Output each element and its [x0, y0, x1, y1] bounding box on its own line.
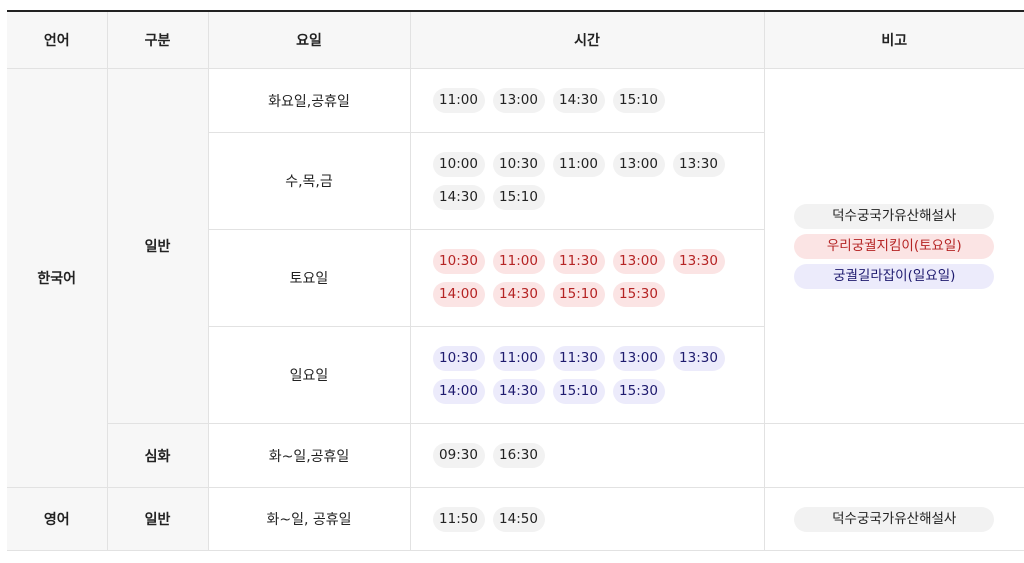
header-days: 요일: [207, 11, 410, 69]
tour-schedule-table: 언어 구분 요일 시간 비고 한국어 일반 화요일,공휴일 11:00 13:00…: [7, 10, 1024, 551]
category-general: 일반: [106, 68, 208, 424]
header-row: 언어 구분 요일 시간 비고: [7, 11, 1024, 69]
time-chip-sunday: 13:00: [612, 346, 665, 371]
header-category: 구분: [106, 11, 208, 69]
time-chip: 14:30: [432, 185, 485, 210]
days-cell: 일요일: [207, 326, 410, 424]
header-language: 언어: [7, 11, 107, 69]
time-chip-saturday: 13:00: [612, 249, 665, 274]
times-cell: 11:00 13:00 14:30 15:10: [409, 68, 764, 133]
time-chip-saturday: 14:00: [432, 282, 485, 307]
days-cell: 토요일: [207, 229, 410, 327]
time-chip: 09:30: [432, 443, 485, 468]
language-english: 영어: [7, 487, 107, 551]
time-chip-sunday: 10:30: [432, 346, 485, 371]
time-chip: 16:30: [492, 443, 545, 468]
note-badge-saturday: 우리궁궐지킴이(토요일): [794, 233, 995, 259]
table-row: 심화 화~일,공휴일 09:30 16:30: [7, 423, 1024, 488]
table-row: 한국어 일반 화요일,공휴일 11:00 13:00 14:30 15:10 덕수궁국…: [7, 68, 1024, 488]
days-cell: 화~일, 공휴일: [207, 487, 410, 551]
time-chip: 11:00: [552, 152, 605, 177]
time-chip-saturday: 15:10: [552, 282, 605, 307]
time-chip-sunday: 15:30: [612, 379, 665, 404]
header-time: 시간: [409, 11, 764, 69]
time-chip: 13:30: [672, 152, 725, 177]
time-chip-saturday: 15:30: [612, 282, 665, 307]
time-chip-sunday: 14:00: [432, 379, 485, 404]
time-chip-saturday: 11:30: [552, 249, 605, 274]
time-chip-saturday: 11:00: [492, 249, 545, 274]
notes-cell: 덕수궁국가유산해설사: [763, 487, 1024, 551]
header-notes: 비고: [763, 11, 1024, 69]
note-badge-sunday: 궁궐길라잡이(일요일): [794, 263, 995, 289]
days-cell: 화요일,공휴일: [207, 68, 410, 133]
time-chip: 14:50: [492, 506, 545, 532]
time-chip: 10:00: [432, 152, 485, 177]
language-korean: 한국어: [7, 68, 107, 488]
time-chip-sunday: 11:30: [552, 346, 605, 371]
times-cell: 11:50 14:50: [409, 487, 764, 551]
times-cell: 10:00 10:30 11:00 13:00 13:30 14:30 15:10: [409, 132, 764, 230]
note-badge: 덕수궁국가유산해설사: [794, 506, 995, 532]
times-cell: 09:30 16:30: [409, 423, 764, 488]
time-chip: 15:10: [492, 185, 545, 210]
notes-cell: 덕수궁국가유산해설사 우리궁궐지킴이(토요일) 궁궐길라잡이(일요일): [763, 68, 1024, 424]
time-chip-saturday: 14:30: [492, 282, 545, 307]
days-cell: 화~일,공휴일: [207, 423, 410, 488]
time-chip-saturday: 13:30: [672, 249, 725, 274]
time-chip: 15:10: [612, 88, 665, 113]
time-chip: 11:00: [432, 88, 485, 113]
schedule-table-wrapper: 언어 구분 요일 시간 비고 한국어 일반 화요일,공휴일 11:00 13:00…: [7, 10, 1024, 551]
table-row: 영어 일반 화~일, 공휴일 11:50 14:50 덕수궁국가유산해설사: [7, 487, 1024, 551]
time-chip-sunday: 11:00: [492, 346, 545, 371]
time-chip: 13:00: [492, 88, 545, 113]
note-badge: 덕수궁국가유산해설사: [794, 203, 995, 229]
notes-cell-empty: [763, 423, 1024, 488]
time-chip-sunday: 15:10: [552, 379, 605, 404]
category-advanced: 심화: [106, 423, 208, 488]
time-chip: 14:30: [552, 88, 605, 113]
time-chip: 10:30: [492, 152, 545, 177]
days-cell: 수,목,금: [207, 132, 410, 230]
time-chip: 11:50: [432, 506, 485, 532]
time-chip-sunday: 13:30: [672, 346, 725, 371]
category-general-english: 일반: [106, 487, 208, 551]
time-chip-saturday: 10:30: [432, 249, 485, 274]
times-cell: 10:30 11:00 11:30 13:00 13:30 14:00 14:30 15:10…: [409, 326, 764, 424]
time-chip-sunday: 14:30: [492, 379, 545, 404]
time-chip: 13:00: [612, 152, 665, 177]
times-cell: 10:30 11:00 11:30 13:00 13:30 14:00 14:30 15:10…: [409, 229, 764, 327]
